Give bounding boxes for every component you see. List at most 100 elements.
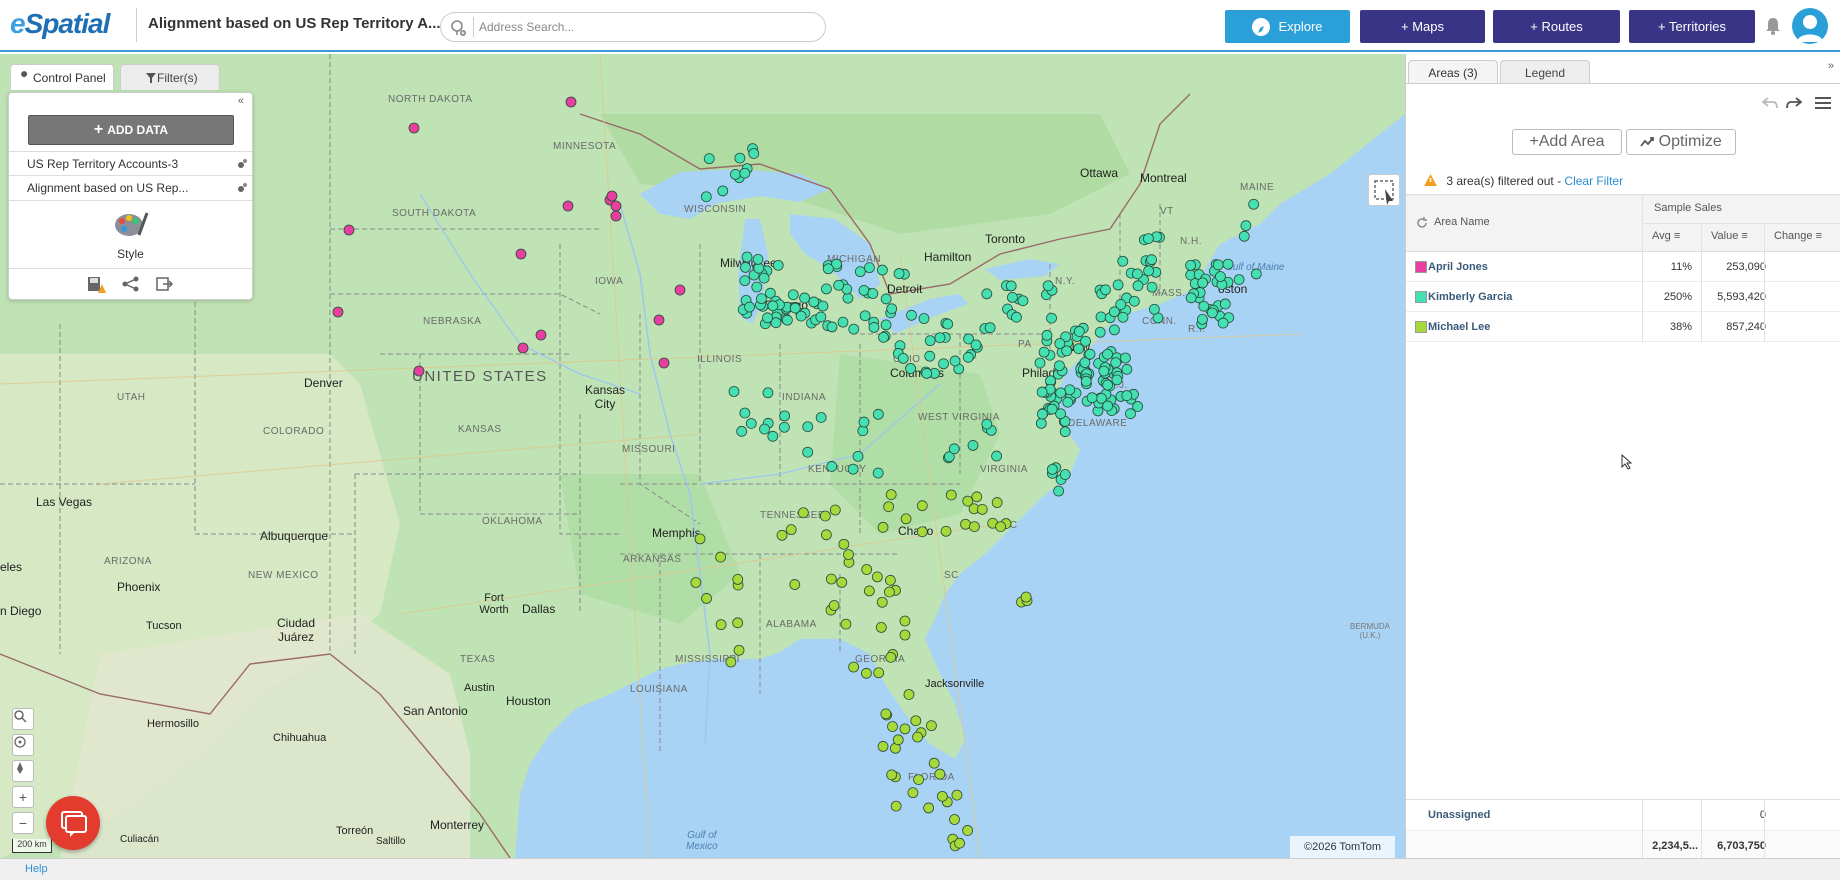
account-point[interactable] [728,386,740,397]
account-point[interactable] [1217,317,1229,329]
tab-areas[interactable]: Areas (3) [1408,60,1498,84]
account-point[interactable] [802,446,814,458]
refresh-icon[interactable] [1416,217,1428,229]
account-point[interactable] [332,306,344,318]
account-point[interactable] [916,526,928,538]
account-point[interactable] [910,715,922,727]
account-point[interactable] [821,283,832,295]
account-point[interactable] [934,768,946,780]
account-point[interactable] [808,296,820,308]
account-point[interactable] [934,332,946,344]
account-point[interactable] [565,96,577,108]
layer-item[interactable]: US Rep Territory Accounts-3 [9,151,252,175]
account-point[interactable] [413,365,425,377]
account-point[interactable] [1117,311,1129,323]
col-value[interactable]: Value ≡ [1711,230,1748,242]
account-point[interactable] [733,644,745,656]
account-point[interactable] [1046,312,1057,324]
account-point[interactable] [1041,329,1053,341]
account-point[interactable] [828,600,840,611]
account-point[interactable] [1132,280,1144,292]
account-point[interactable] [1146,254,1157,266]
account-point[interactable] [892,734,904,746]
account-point[interactable] [872,467,884,479]
account-point[interactable] [1102,348,1113,360]
espatial-logo[interactable]: eSpatial [10,8,110,40]
area-row-april-jones[interactable]: April Jones 11% 253,090 [1406,252,1840,282]
account-point[interactable] [1128,295,1140,307]
account-point[interactable] [610,200,622,212]
account-point[interactable] [1222,258,1234,270]
account-point[interactable] [884,574,896,586]
account-point[interactable] [1212,259,1224,271]
account-point[interactable] [1148,303,1160,315]
account-point[interactable] [732,617,744,629]
account-point[interactable] [779,410,790,422]
bell-icon[interactable] [1764,16,1782,36]
account-point[interactable] [906,309,917,321]
col-avg[interactable]: Avg ≡ [1652,230,1680,242]
account-point[interactable] [899,615,911,627]
account-point[interactable] [1102,379,1114,391]
optimize-button[interactable]: Optimize [1626,129,1736,155]
account-point[interactable] [797,507,809,519]
account-point[interactable] [767,430,779,442]
account-point[interactable] [778,421,790,433]
account-point[interactable] [799,292,810,304]
account-point[interactable] [772,259,784,271]
account-point[interactable] [515,248,527,260]
tab-legend[interactable]: Legend [1500,60,1590,84]
account-point[interactable] [703,153,715,165]
account-point[interactable] [776,529,788,541]
account-point[interactable] [837,316,849,328]
account-point[interactable] [954,837,965,849]
account-point[interactable] [899,723,911,735]
address-search-box[interactable] [440,12,826,42]
export-icon[interactable] [156,276,174,292]
locate-button[interactable] [12,734,34,756]
account-point[interactable] [880,293,892,305]
account-point[interactable] [924,335,936,347]
account-point[interactable] [1121,363,1133,375]
add-data-button[interactable]: + ADD DATA [28,115,234,145]
account-point[interactable] [826,321,838,333]
add-territories-button[interactable]: + Territories [1629,10,1755,43]
account-point[interactable] [1046,463,1058,475]
account-point[interactable] [744,301,755,313]
account-point[interactable] [1046,403,1058,415]
menu-icon[interactable] [1814,96,1832,110]
account-point[interactable] [715,619,727,631]
account-point[interactable] [1102,400,1114,412]
account-point[interactable] [907,787,919,799]
expand-panel-icon[interactable]: » [1828,60,1834,72]
style-button[interactable]: Style [9,200,252,266]
account-point[interactable] [751,281,763,293]
account-point[interactable] [1054,360,1065,372]
tab-filters[interactable]: Filter(s) [120,64,220,90]
account-point[interactable] [752,254,764,265]
map-title[interactable]: Alignment based on US Rep Territory A... [148,15,441,32]
account-point[interactable] [900,513,912,525]
account-point[interactable] [1059,469,1071,480]
account-point[interactable] [938,358,949,370]
account-point[interactable] [833,279,845,291]
account-point[interactable] [1094,326,1106,338]
account-point[interactable] [840,618,852,630]
account-point[interactable] [610,210,622,222]
account-point[interactable] [1080,335,1091,347]
account-point[interactable] [868,322,880,333]
zoom-box-button[interactable] [12,708,34,730]
account-point[interactable] [1111,374,1123,386]
account-point[interactable] [872,408,884,420]
account-point[interactable] [1185,292,1197,304]
account-point[interactable] [962,351,974,363]
account-point[interactable] [981,418,993,430]
account-point[interactable] [877,741,889,752]
account-point[interactable] [949,355,961,367]
account-point[interactable] [1197,313,1208,325]
account-point[interactable] [781,314,793,326]
zoom-out-button[interactable]: − [12,812,34,834]
account-point[interactable] [1095,311,1107,323]
account-point[interactable] [822,263,834,275]
account-point[interactable] [815,311,827,323]
